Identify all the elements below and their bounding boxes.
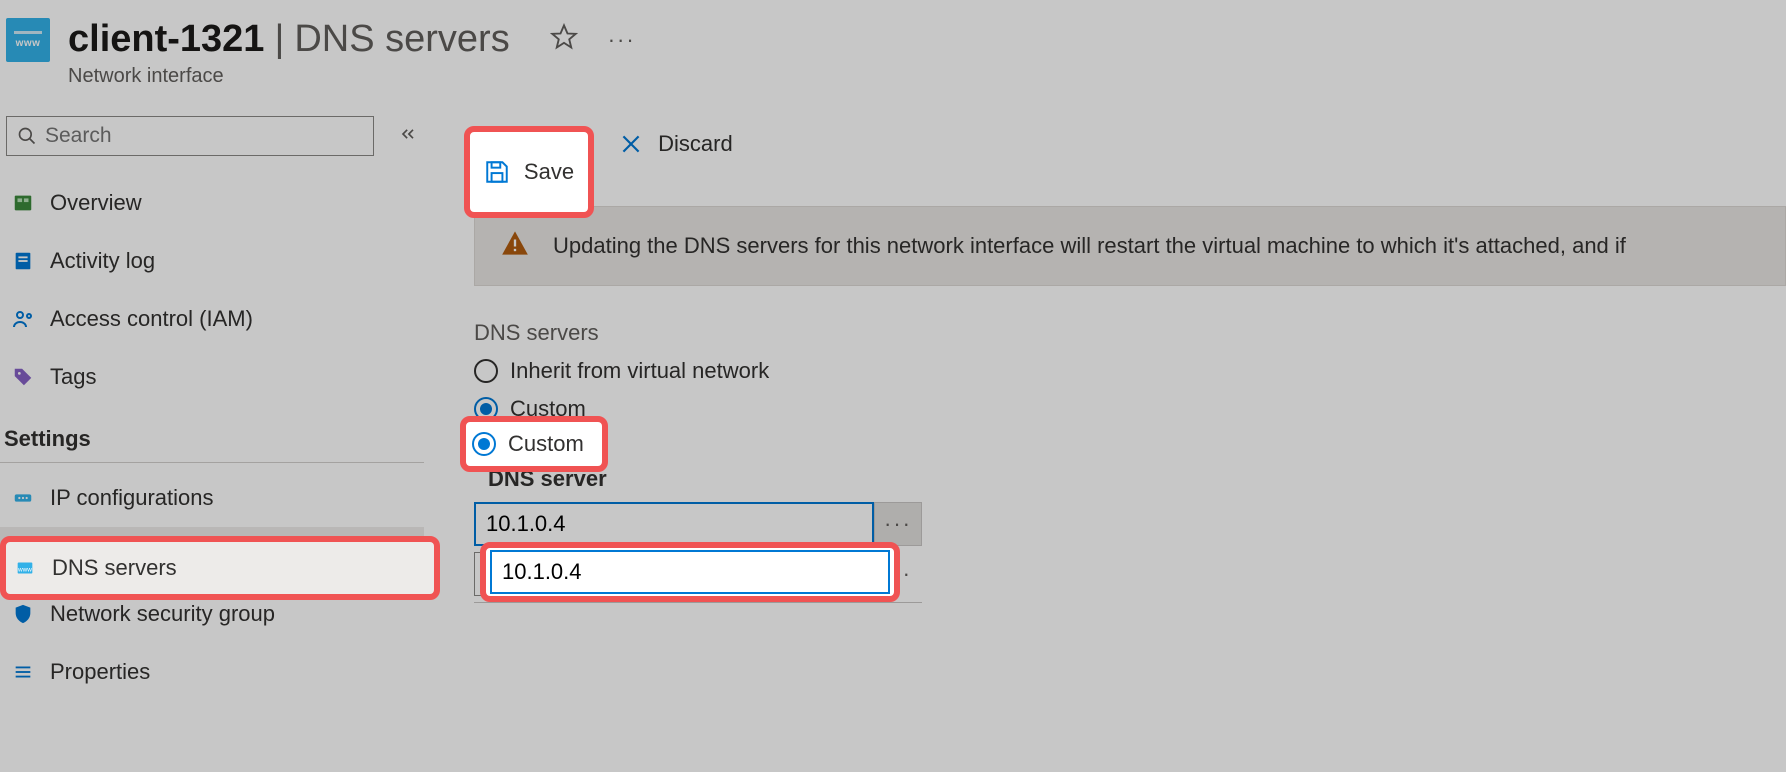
highlight-nav-dns: www DNS servers xyxy=(0,536,440,600)
settings-section-header: Settings xyxy=(0,406,424,463)
highlight-dns-input xyxy=(480,542,900,602)
sidebar-item-ip-configurations[interactable]: IP configurations xyxy=(0,469,424,527)
nav-label: IP configurations xyxy=(50,485,213,511)
save-button[interactable]: Save xyxy=(484,149,574,195)
sidebar-item-tags[interactable]: Tags xyxy=(0,348,424,406)
radio-label: Custom xyxy=(508,431,584,457)
nav-label: Access control (IAM) xyxy=(50,306,253,332)
activity-log-icon xyxy=(10,248,36,274)
nav-label: Overview xyxy=(50,190,142,216)
nav-label: Activity log xyxy=(50,248,155,274)
dns-server-row: ··· xyxy=(474,502,1786,546)
nav-label: Properties xyxy=(50,659,150,685)
resource-type-subtitle: Network interface xyxy=(68,65,636,88)
tags-icon xyxy=(10,364,36,390)
radio-label: Inherit from virtual network xyxy=(510,358,769,384)
resource-name: client-1321 xyxy=(68,18,264,61)
warning-text: Updating the DNS servers for this networ… xyxy=(553,233,1626,259)
search-icon xyxy=(17,126,37,146)
radio-icon xyxy=(472,432,496,456)
save-icon xyxy=(484,159,510,185)
toolbar: Save Discard xyxy=(474,116,1786,172)
row-more-icon[interactable]: ··· xyxy=(874,502,922,546)
sidebar-item-overview[interactable]: Overview xyxy=(0,174,424,232)
warning-banner: Updating the DNS servers for this networ… xyxy=(474,206,1786,286)
radio-inherit[interactable]: Inherit from virtual network xyxy=(474,352,1786,390)
dns-servers-label: DNS servers xyxy=(474,320,1786,346)
sidebar-item-properties[interactable]: Properties xyxy=(0,643,424,701)
sidebar-item-activity-log[interactable]: Activity log xyxy=(0,232,424,290)
sidebar-item-dns-servers[interactable]: www DNS servers xyxy=(12,542,434,594)
main-content: Save Discard Updating the DNS servers fo… xyxy=(430,116,1786,701)
discard-button[interactable]: Discard xyxy=(606,121,745,167)
radio-icon xyxy=(474,359,498,383)
sidebar-item-access-control[interactable]: Access control (IAM) xyxy=(0,290,424,348)
close-icon xyxy=(618,131,644,157)
highlight-custom-radio: Custom xyxy=(460,416,608,472)
svg-text:www: www xyxy=(17,567,32,574)
radio-custom[interactable]: Custom xyxy=(474,390,1786,428)
shield-icon xyxy=(10,601,36,627)
dns-server-column-header: DNS server xyxy=(488,466,1786,492)
sidebar-search-input[interactable] xyxy=(45,124,363,148)
access-control-icon xyxy=(10,306,36,332)
more-actions-icon[interactable]: ··· xyxy=(608,27,636,53)
page-title: DNS servers xyxy=(294,18,509,61)
dns-server-input[interactable] xyxy=(474,502,874,546)
properties-icon xyxy=(10,659,36,685)
collapse-sidebar-icon[interactable] xyxy=(398,124,418,149)
divider xyxy=(474,602,922,603)
radio-custom[interactable]: Custom xyxy=(472,431,584,457)
page-header: www client-1321 | DNS servers ··· Networ… xyxy=(0,0,1786,92)
nav-label: Network security group xyxy=(50,601,275,627)
nav-label: Tags xyxy=(50,364,96,390)
overview-icon xyxy=(10,190,36,216)
nav-label: DNS servers xyxy=(52,555,177,581)
dns-servers-icon: www xyxy=(12,555,38,581)
highlight-save: Save xyxy=(464,126,594,218)
favorite-star-icon[interactable] xyxy=(550,23,578,56)
sidebar-search[interactable] xyxy=(6,116,374,156)
warning-icon xyxy=(501,229,529,263)
dns-server-input[interactable] xyxy=(490,550,890,594)
sidebar: Overview Activity log Access control (IA… xyxy=(0,116,430,701)
ip-config-icon xyxy=(10,485,36,511)
network-interface-icon: www xyxy=(6,18,50,62)
